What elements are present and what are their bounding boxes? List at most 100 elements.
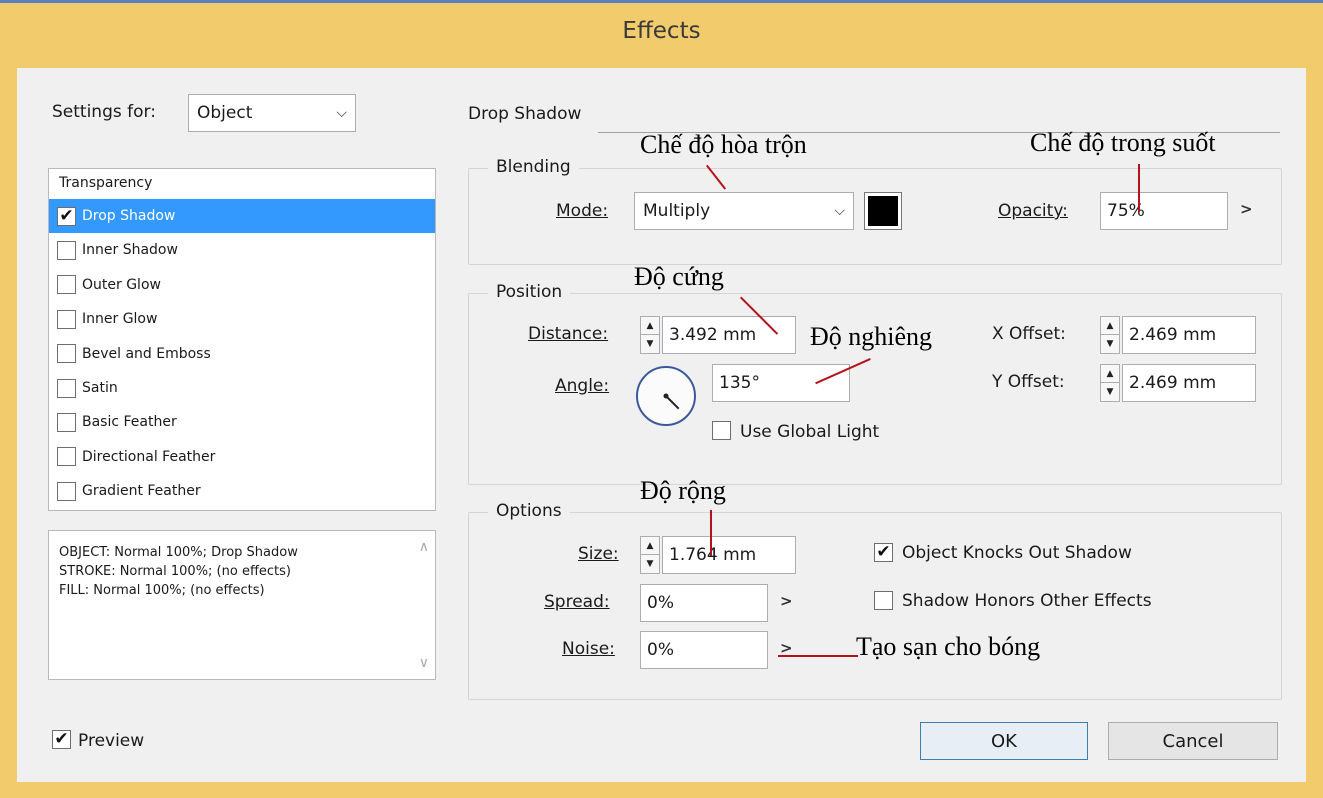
options-group-title: Options [488, 501, 570, 521]
spin-down-icon[interactable]: ▼ [1101, 383, 1119, 401]
angle-dial[interactable] [634, 360, 698, 430]
cancel-button[interactable]: Cancel [1108, 722, 1278, 760]
opacity-slider-arrow-icon[interactable]: > [1240, 200, 1253, 218]
settings-for-value: Object [197, 103, 253, 123]
effects-list-item-label: Satin [82, 380, 118, 396]
effects-list-item[interactable]: Directional Feather [49, 440, 435, 474]
opacity-label: Opacity: [998, 201, 1068, 221]
y-offset-label: Y Offset: [992, 372, 1065, 392]
swatch-fill [868, 196, 898, 226]
distance-label: Distance: [528, 324, 609, 344]
effects-list-item[interactable]: Gradient Feather [49, 474, 435, 508]
settings-for-label: Settings for: [52, 102, 156, 122]
effects-list-item[interactable]: Inner Shadow [49, 233, 435, 267]
knocks-out-label: Object Knocks Out Shadow [902, 543, 1132, 563]
effect-checkbox[interactable]: ✔ [57, 206, 76, 226]
distance-spinner[interactable]: ▲ ▼ [640, 316, 660, 354]
annotation-distance: Độ cứng [634, 262, 724, 291]
summary-line: STROKE: Normal 100%; (no effects) [59, 564, 291, 579]
spin-down-icon[interactable]: ▼ [641, 555, 659, 573]
panel-title: Drop Shadow [468, 104, 582, 124]
honors-effects-checkbox[interactable] [874, 591, 893, 610]
effects-list-item-label: Directional Feather [82, 448, 216, 465]
effects-list-item-label: Gradient Feather [82, 483, 201, 500]
effects-list-item[interactable]: Bevel and Emboss [49, 337, 435, 371]
spread-slider-arrow-icon[interactable]: > [780, 592, 793, 610]
effects-list-item-label: Inner Glow [82, 311, 158, 328]
noise-label: Noise: [562, 639, 615, 659]
size-spinner[interactable]: ▲ ▼ [640, 536, 660, 574]
spin-down-icon[interactable]: ▼ [641, 335, 659, 353]
distance-field[interactable]: 3.492 mm [662, 316, 796, 354]
chevron-down-icon: ⌵ [336, 105, 347, 121]
effect-checkbox[interactable] [57, 378, 76, 398]
effects-list-item-label: Inner Shadow [82, 242, 178, 259]
effects-list-item[interactable]: ✔ Drop Shadow [49, 199, 435, 233]
angle-label: Angle: [555, 376, 610, 396]
opacity-field[interactable]: 75% [1100, 192, 1228, 230]
spin-up-icon[interactable]: ▲ [1101, 317, 1119, 335]
blend-mode-dropdown[interactable]: Multiply ⌵ [634, 192, 854, 230]
effects-list-item-label: Basic Feather [82, 414, 177, 431]
shadow-color-swatch[interactable] [864, 192, 902, 230]
effects-list-item-label: Drop Shadow [82, 208, 176, 224]
spin-down-icon[interactable]: ▼ [1101, 335, 1119, 353]
position-group-title: Position [488, 282, 571, 302]
summary-line: OBJECT: Normal 100%; Drop Shadow [59, 545, 298, 560]
window-title: Effects [622, 18, 701, 44]
size-label: Size: [578, 544, 619, 564]
effect-checkbox[interactable] [57, 344, 76, 364]
x-offset-label: X Offset: [992, 324, 1066, 344]
use-global-light-label: Use Global Light [740, 422, 880, 442]
knocks-out-checkbox[interactable]: ✔ [874, 543, 893, 562]
ok-button[interactable]: OK [920, 722, 1088, 760]
effect-checkbox[interactable] [57, 481, 76, 501]
y-offset-spinner[interactable]: ▲ ▼ [1100, 364, 1120, 402]
x-offset-field[interactable]: 2.469 mm [1122, 316, 1256, 354]
scroll-up-icon[interactable]: ∧ [419, 539, 429, 555]
blend-mode-value: Multiply [643, 201, 711, 221]
effects-list-item-label: Outer Glow [82, 276, 161, 293]
spin-up-icon[interactable]: ▲ [641, 537, 659, 555]
spin-up-icon[interactable]: ▲ [1101, 365, 1119, 383]
chevron-down-icon: ⌵ [834, 203, 845, 219]
annotation-leader-size [710, 510, 712, 556]
annotation-noise: Tạo sạn cho bóng [856, 632, 1041, 661]
list-group-header: Transparency [59, 175, 153, 191]
effect-checkbox[interactable] [57, 412, 76, 432]
summary-line: FILL: Normal 100%; (no effects) [59, 583, 265, 598]
angle-field[interactable]: 135° [712, 364, 850, 402]
size-field[interactable]: 1.764 mm [662, 536, 796, 574]
effects-list-item[interactable]: Satin [49, 371, 435, 405]
annotation-opacity: Chế độ trong suốt [1030, 128, 1216, 157]
effects-summary: OBJECT: Normal 100%; Drop Shadow STROKE:… [48, 530, 436, 680]
spin-up-icon[interactable]: ▲ [641, 317, 659, 335]
annotation-blend-mode: Chế độ hòa trộn [640, 130, 807, 159]
spread-field[interactable]: 0% [640, 584, 768, 622]
scroll-down-icon[interactable]: ∨ [419, 655, 429, 671]
mode-label: Mode: [556, 201, 609, 221]
effect-checkbox[interactable] [57, 447, 76, 467]
annotation-leader-noise [778, 655, 858, 657]
effect-checkbox[interactable] [57, 275, 76, 295]
spread-label: Spread: [544, 592, 610, 612]
settings-for-dropdown[interactable]: Object ⌵ [188, 94, 356, 132]
honors-effects-label: Shadow Honors Other Effects [902, 591, 1152, 611]
effect-checkbox[interactable] [57, 309, 76, 329]
y-offset-field[interactable]: 2.469 mm [1122, 364, 1256, 402]
window-top-border [0, 0, 1323, 3]
effect-checkbox[interactable] [57, 240, 76, 260]
effects-list-item[interactable]: Outer Glow [49, 268, 435, 302]
preview-checkbox[interactable]: ✔ [52, 730, 71, 749]
noise-field[interactable]: 0% [640, 631, 768, 669]
annotation-leader-opacity [1138, 164, 1140, 212]
use-global-light-checkbox[interactable] [712, 421, 731, 440]
preview-label: Preview [78, 731, 145, 751]
annotation-angle: Độ nghiêng [810, 322, 933, 351]
annotation-size: Độ rộng [640, 476, 726, 505]
effects-list-item[interactable]: Basic Feather [49, 405, 435, 439]
effects-list-item-label: Bevel and Emboss [82, 345, 211, 362]
x-offset-spinner[interactable]: ▲ ▼ [1100, 316, 1120, 354]
blending-group-title: Blending [488, 157, 579, 177]
effects-list-item[interactable]: Inner Glow [49, 302, 435, 336]
